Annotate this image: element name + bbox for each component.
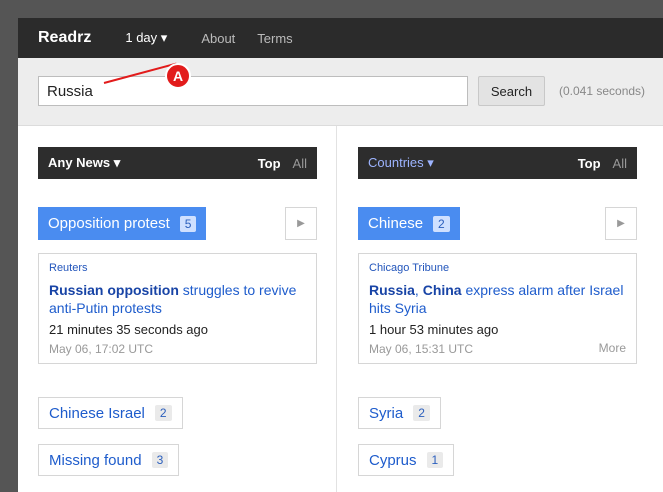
topic-count-badge: 2: [433, 215, 450, 232]
chip-count-badge: 2: [154, 405, 172, 421]
news-headline-link[interactable]: Russian opposition struggles to revive a…: [49, 281, 306, 317]
right-column: Countries ▾ Top All Chinese 2 ▶ Chicago …: [358, 147, 637, 476]
left-all-tab[interactable]: All: [293, 156, 307, 171]
left-top-tab[interactable]: Top: [258, 156, 281, 171]
left-topic-row: Opposition protest 5 ▶: [38, 207, 317, 240]
period-dropdown[interactable]: 1 day ▾: [125, 30, 167, 46]
left-chip-row: Missing found 3: [38, 444, 317, 476]
left-column-header: Any News ▾ Top All: [38, 147, 317, 179]
chip-count-badge: 2: [413, 405, 430, 421]
right-play-button[interactable]: ▶: [605, 207, 637, 240]
right-all-tab[interactable]: All: [613, 156, 627, 171]
topic-chip-missing-found[interactable]: Missing found 3: [38, 444, 180, 476]
news-ago: 21 minutes 35 seconds ago: [49, 322, 208, 337]
left-column: Any News ▾ Top All Opposition protest 5 …: [38, 147, 317, 476]
search-query-text: Russia: [47, 82, 93, 100]
news-headline-link[interactable]: Russia, China express alarm after Israel…: [369, 281, 626, 317]
news-date: May 06, 17:02 UTC: [49, 342, 154, 356]
right-topic-row: Chinese 2 ▶: [358, 207, 637, 240]
search-timing: (0.041 seconds): [559, 84, 646, 98]
headline-bold: Russian opposition: [49, 282, 179, 298]
right-news-card: Chicago Tribune Russia, China express al…: [358, 253, 637, 364]
app-frame: Readrz 1 day ▾ About Terms Russia Search…: [18, 18, 663, 492]
more-link[interactable]: More: [599, 341, 626, 355]
news-source-link[interactable]: Chicago Tribune: [369, 262, 626, 274]
headline-bold: Russia: [369, 282, 415, 298]
topic-label: Opposition protest: [48, 215, 170, 232]
headline-sep: ,: [414, 282, 423, 298]
news-date: May 06, 15:31 UTC: [369, 342, 474, 356]
news-source-link[interactable]: Reuters: [49, 262, 306, 274]
annotation-marker: A: [165, 63, 191, 89]
left-play-button[interactable]: ▶: [285, 207, 317, 240]
topic-count-badge: 5: [179, 215, 197, 232]
search-button[interactable]: Search: [478, 76, 545, 106]
column-divider: [336, 126, 337, 492]
chip-count-badge: 1: [426, 452, 444, 468]
top-nav-bar: Readrz 1 day ▾ About Terms: [18, 18, 663, 58]
chip-label: Chinese Israel: [49, 404, 145, 422]
right-top-tab[interactable]: Top: [578, 156, 601, 171]
news-ago: 1 hour 53 minutes ago: [369, 322, 499, 337]
about-link[interactable]: About: [201, 31, 235, 46]
play-icon: ▶: [297, 218, 305, 229]
headline-bold: China: [422, 282, 462, 298]
search-input[interactable]: Russia: [38, 76, 468, 106]
search-band: Russia Search (0.041 seconds): [18, 58, 663, 126]
topic-button-opposition-protest[interactable]: Opposition protest 5: [38, 207, 207, 240]
any-news-dropdown[interactable]: Any News ▾: [48, 155, 258, 171]
chip-label: Cyprus: [369, 451, 417, 469]
right-chip-row: Cyprus 1: [358, 444, 637, 476]
play-icon: ▶: [617, 218, 625, 229]
topic-chip-syria[interactable]: Syria 2: [358, 397, 441, 429]
terms-link[interactable]: Terms: [257, 31, 292, 46]
topic-button-chinese[interactable]: Chinese 2: [358, 207, 460, 240]
topic-chip-cyprus[interactable]: Cyprus 1: [358, 444, 455, 476]
brand-logo[interactable]: Readrz: [38, 29, 91, 47]
left-news-card: Reuters Russian opposition struggles to …: [38, 253, 317, 364]
topic-label: Chinese: [368, 215, 424, 232]
right-column-header: Countries ▾ Top All: [358, 147, 637, 179]
topic-chip-chinese-israel[interactable]: Chinese Israel 2: [38, 397, 183, 429]
chip-label: Syria: [369, 404, 404, 422]
left-chip-row: Chinese Israel 2: [38, 397, 317, 429]
chip-label: Missing found: [49, 451, 142, 469]
chip-count-badge: 3: [151, 452, 169, 468]
right-chip-row: Syria 2: [358, 397, 637, 429]
countries-dropdown[interactable]: Countries ▾: [368, 155, 578, 171]
